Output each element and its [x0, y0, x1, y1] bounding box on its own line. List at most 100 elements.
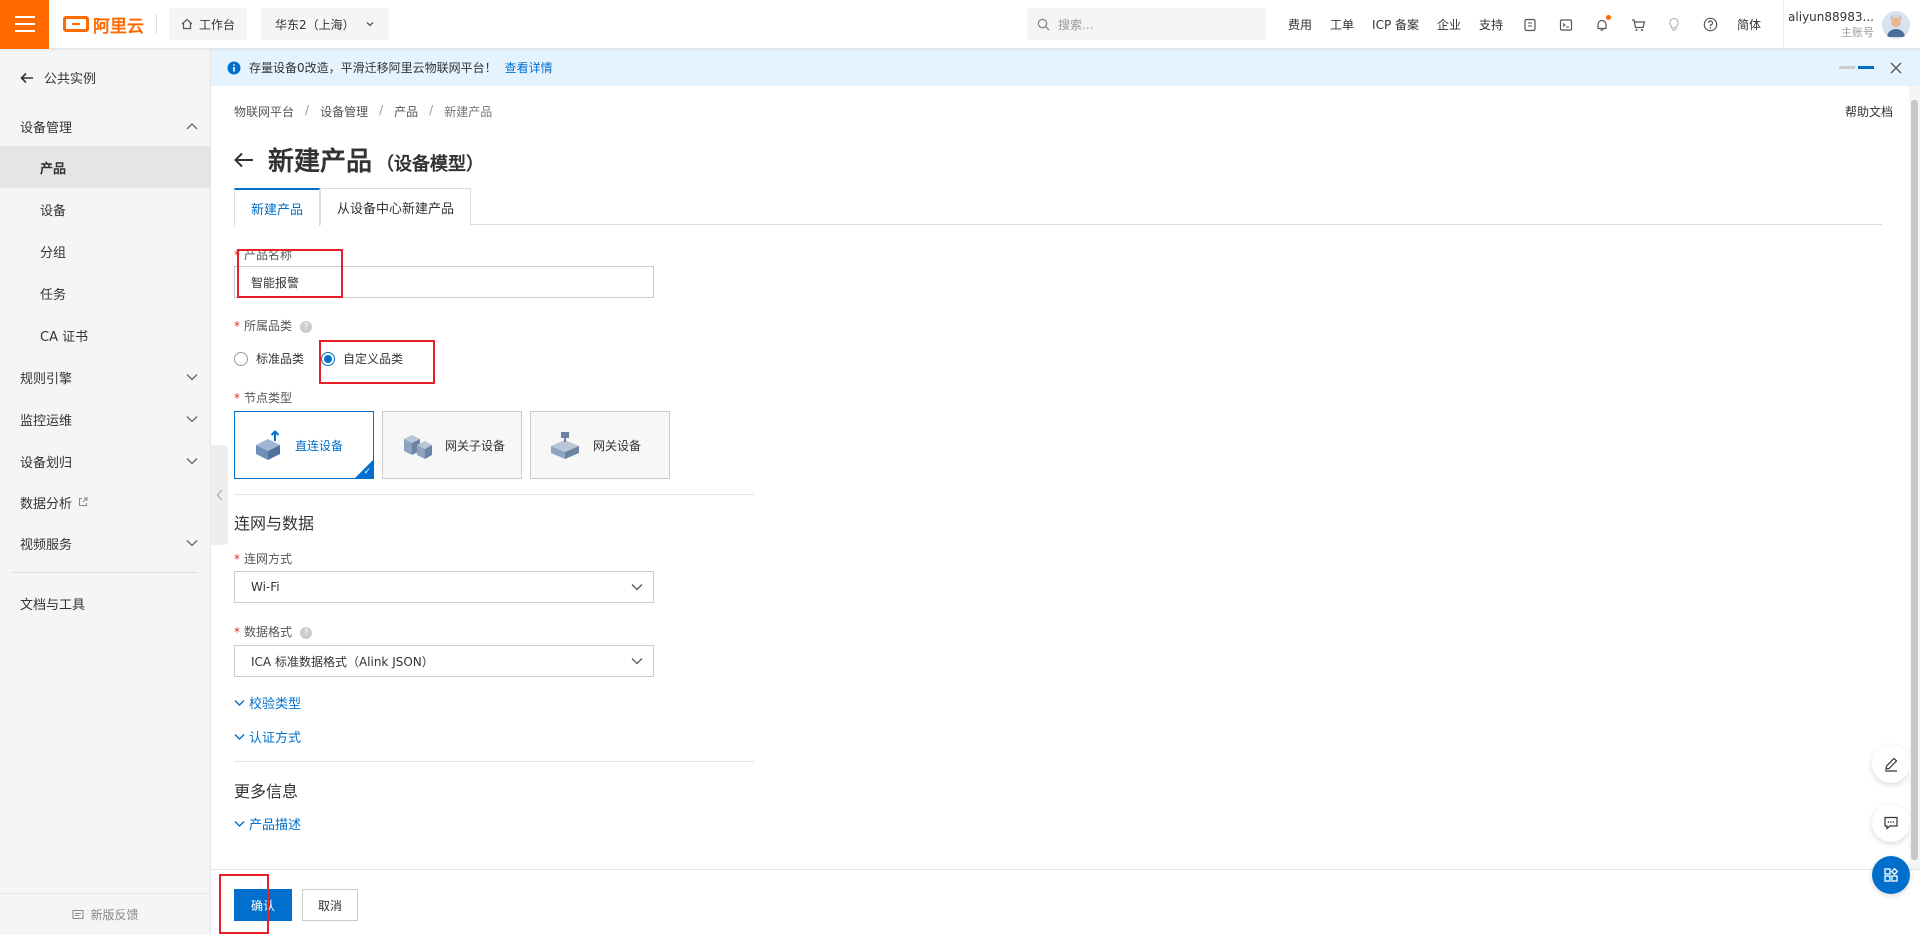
group-label: 视频服务 [20, 537, 73, 553]
breadcrumb-item[interactable]: 设备管理 [320, 103, 368, 120]
external-link-icon [79, 497, 88, 506]
close-icon[interactable] [1890, 62, 1902, 74]
sub-device-icon [404, 435, 432, 459]
chevron-down-icon [186, 374, 198, 381]
annotation-box [319, 340, 435, 384]
sidebar-group-monitoring[interactable]: 监控运维 [0, 398, 210, 440]
language-switch[interactable]: 简体 [1737, 16, 1761, 33]
sidebar-group-device-assign[interactable]: 设备划归 [0, 440, 210, 482]
sidebar-item-ca-cert[interactable]: CA 证书 [0, 314, 210, 356]
notice-pager[interactable] [1839, 66, 1874, 69]
node-type-gateway-device[interactable]: 网关设备 [530, 411, 670, 479]
sidebar-item-docs-tools[interactable]: 文档与工具 [0, 583, 210, 623]
bell-icon[interactable] [1593, 14, 1612, 34]
sidebar-group-device-mgmt[interactable]: 设备管理 [0, 106, 210, 146]
cart-icon[interactable] [1629, 16, 1647, 34]
nav-fees[interactable]: 费用 [1288, 16, 1312, 33]
grid-icon [1884, 867, 1899, 882]
page-title: 新建产品 [268, 147, 373, 177]
node-type-label: * 节点类型 [234, 391, 293, 405]
data-format-label: * 数据格式? [234, 623, 313, 640]
radio-standard-category[interactable]: 标准品类 [234, 350, 304, 367]
breadcrumb-item[interactable]: 物联网平台 [234, 103, 294, 120]
app-icon[interactable] [1521, 16, 1539, 34]
nav-tickets[interactable]: 工单 [1330, 16, 1354, 33]
check-icon: ✓ [363, 467, 371, 477]
annotation-box [219, 874, 269, 934]
region-select[interactable]: 华东2（上海） [261, 8, 389, 40]
logo-mark-icon [63, 16, 89, 32]
page-subtitle: （设备模型） [376, 154, 485, 175]
pencil-icon [1885, 757, 1898, 772]
breadcrumb: 物联网平台 / 设备管理 / 产品 / 新建产品 [234, 103, 493, 120]
section-title-more: 更多信息 [234, 782, 299, 801]
chevron-down-icon [186, 458, 198, 465]
apps-float-button[interactable] [1872, 856, 1910, 894]
network-select[interactable]: Wi-Fi [234, 571, 654, 603]
feedback-button[interactable]: 新版反馈 [0, 893, 211, 935]
region-label: 华东2（上海） [275, 17, 355, 32]
top-nav: 费用 工单 ICP 备案 企业 支持 简体 [1288, 0, 1761, 49]
group-label: 数据分析 [20, 496, 73, 512]
account-info: aliyun88983... 主账号 [1788, 10, 1874, 40]
check-type-expander[interactable]: 校验类型 [234, 693, 301, 712]
divider [234, 494, 754, 495]
help-icon[interactable] [1701, 16, 1719, 34]
sidebar-item-device[interactable]: 设备 [0, 188, 210, 230]
arrow-left-icon [20, 72, 33, 83]
sidebar-group-rule-engine[interactable]: 规则引擎 [0, 356, 210, 398]
tab-bar: 新建产品 从设备中心新建产品 [234, 188, 1882, 226]
avatar[interactable] [1882, 10, 1910, 39]
main-content: 物联网平台 / 设备管理 / 产品 / 新建产品 帮助文档 新建产品 （设备模型… [211, 86, 1920, 935]
sidebar-item-product[interactable]: 产品 [0, 146, 210, 188]
node-type-gateway-sub-device[interactable]: 网关子设备 [382, 411, 522, 479]
page-header: 新建产品 （设备模型） [234, 141, 484, 178]
edit-float-button[interactable] [1872, 745, 1910, 783]
notice-text: 存量设备0改造，平滑迁移阿里云物联网平台！ [249, 61, 497, 75]
node-type-direct-device[interactable]: 直连设备 ✓ [234, 411, 374, 479]
cancel-button[interactable]: 取消 [302, 889, 358, 921]
back-arrow-icon[interactable] [234, 152, 254, 168]
sidebar-item-group[interactable]: 分组 [0, 230, 210, 272]
nav-support[interactable]: 支持 [1479, 16, 1503, 33]
workbench-label: 工作台 [199, 17, 236, 32]
nav-enterprise[interactable]: 企业 [1437, 16, 1461, 33]
chat-float-button[interactable] [1872, 804, 1910, 842]
annotation-box [237, 249, 343, 298]
terminal-icon[interactable] [1557, 16, 1575, 34]
lightbulb-icon[interactable] [1665, 16, 1683, 34]
chevron-down-icon [631, 658, 643, 665]
account-menu[interactable]: aliyun88983... 主账号 [1783, 0, 1920, 49]
sidebar-group-video[interactable]: 视频服务 [0, 522, 210, 564]
tab-from-device-center[interactable]: 从设备中心新建产品 [320, 188, 472, 225]
search-icon [1037, 18, 1050, 30]
product-desc-expander[interactable]: 产品描述 [234, 814, 301, 833]
chevron-down-icon [186, 540, 198, 547]
question-icon: ? [300, 320, 313, 333]
aliyun-logo[interactable]: 阿里云 [63, 12, 144, 37]
search-input[interactable]: 搜索... [1027, 8, 1266, 40]
workbench-button[interactable]: 工作台 [169, 8, 248, 40]
back-label: 公共实例 [44, 72, 97, 87]
network-value: Wi-Fi [251, 580, 280, 594]
back-public-instance[interactable]: 公共实例 [0, 49, 210, 106]
help-doc-link[interactable]: 帮助文档 [1845, 103, 1893, 120]
notice-controls [1839, 49, 1902, 86]
data-format-select[interactable]: ICA 标准数据格式（Alink JSON） [234, 645, 654, 677]
search-placeholder: 搜索... [1058, 17, 1094, 32]
sidebar-group-data-analysis[interactable]: 数据分析 [0, 482, 210, 522]
auth-method-expander[interactable]: 认证方式 [234, 727, 301, 746]
logo-text: 阿里云 [93, 16, 144, 37]
nav-icp[interactable]: ICP 备案 [1372, 16, 1419, 33]
breadcrumb-item[interactable]: 产品 [394, 103, 418, 120]
account-name: aliyun88983... [1788, 9, 1874, 24]
main-scrollbar[interactable] [1909, 86, 1920, 869]
notice-link[interactable]: 查看详情 [505, 59, 553, 76]
scrollbar-thumb[interactable] [1911, 100, 1918, 860]
direct-device-icon [256, 430, 280, 460]
group-label: 设备划归 [20, 455, 73, 471]
menu-icon[interactable] [0, 0, 49, 49]
sidebar-item-task[interactable]: 任务 [0, 272, 210, 314]
tab-new-product[interactable]: 新建产品 [234, 188, 321, 226]
group-label: 规则引擎 [20, 371, 73, 387]
